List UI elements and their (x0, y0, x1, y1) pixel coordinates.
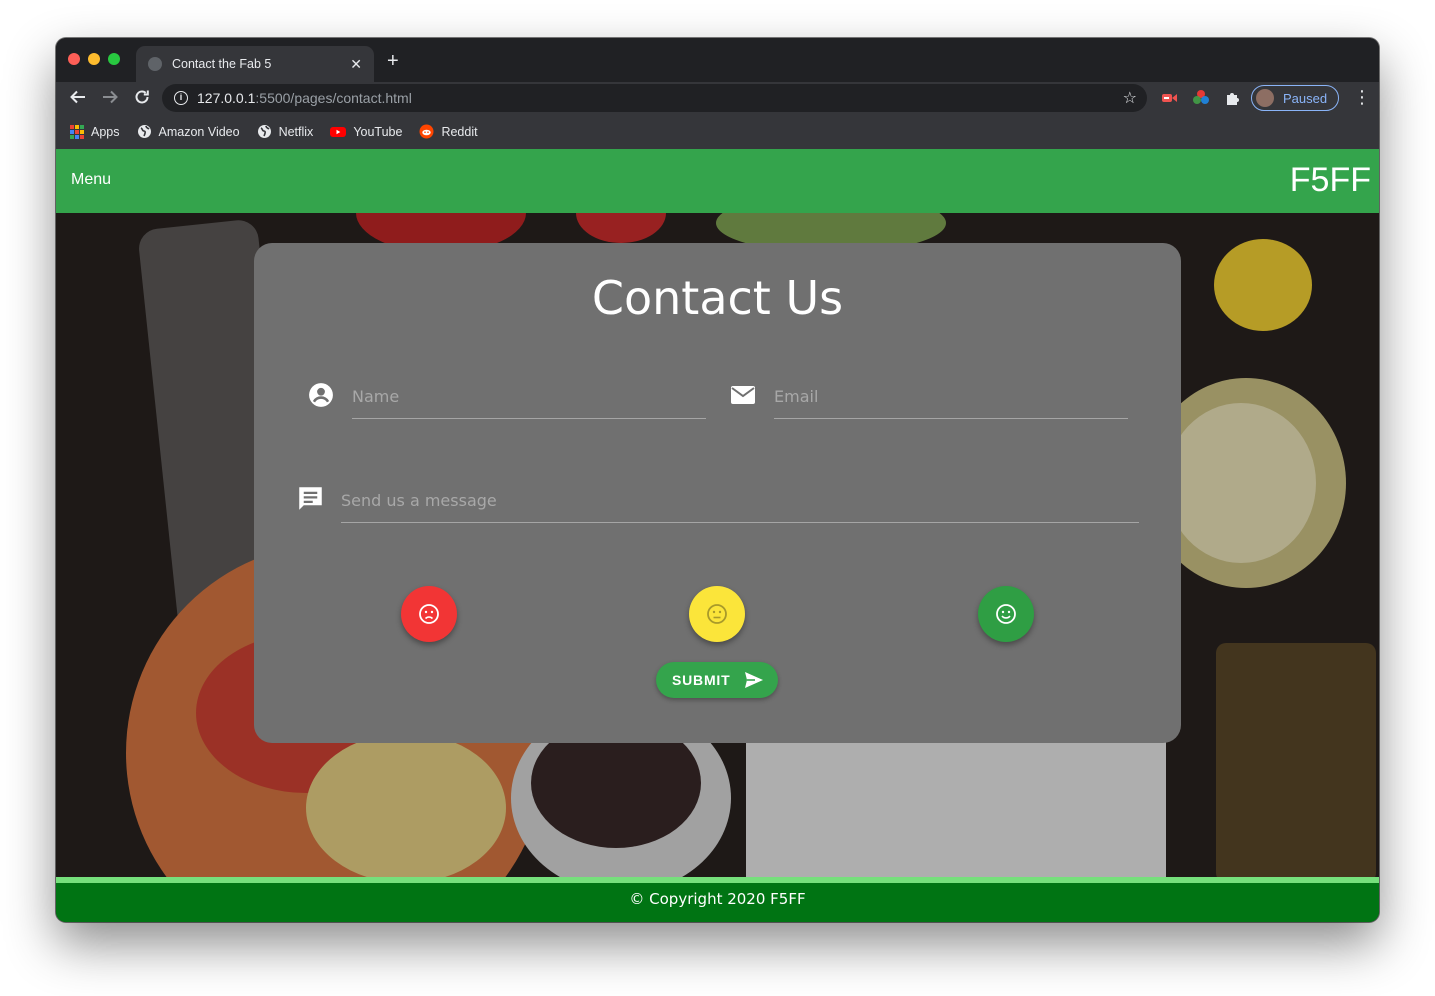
reload-icon (135, 90, 149, 104)
rating-neutral-button[interactable] (689, 586, 745, 642)
bookmark-label: Amazon Video (158, 124, 240, 139)
bookmarks-bar: Apps Amazon Video Netflix YouTube Reddit (56, 114, 1379, 149)
browser-toolbar: i 127.0.0.1:5500/pages/contact.html ☆ Pa… (56, 82, 1379, 114)
apps-grid-icon (70, 124, 84, 139)
bookmark-label: YouTube (353, 124, 403, 139)
sad-face-icon (419, 604, 439, 624)
message-icon (299, 487, 322, 510)
rating-happy-button[interactable] (978, 586, 1034, 642)
bookmark-amazon-video[interactable]: Amazon Video (137, 124, 240, 139)
forward-button[interactable] (101, 88, 119, 110)
avatar (1256, 89, 1274, 107)
maximize-window-button[interactable] (108, 53, 120, 65)
extension-video-icon[interactable] (1160, 89, 1178, 107)
neutral-face-icon (707, 604, 727, 624)
back-button[interactable] (69, 88, 87, 110)
globe-icon (257, 125, 271, 138)
rating-sad-button[interactable] (401, 586, 457, 642)
site-footer: © Copyright 2020 F5FF (56, 877, 1379, 922)
bookmark-reddit[interactable]: Reddit (419, 124, 478, 139)
extension-color-icon[interactable] (1192, 89, 1210, 107)
name-underline (352, 418, 706, 419)
tab-contact[interactable]: Contact the Fab 5 ✕ (136, 46, 374, 82)
reddit-icon (419, 124, 434, 139)
close-window-button[interactable] (68, 53, 80, 65)
site-info-icon[interactable]: i (174, 91, 188, 105)
url-path: :5500/pages/contact.html (255, 90, 412, 106)
menu-button[interactable]: Menu (71, 171, 111, 189)
email-underline (774, 418, 1128, 419)
globe-icon (137, 125, 151, 138)
email-icon (731, 386, 755, 404)
minimize-window-button[interactable] (88, 53, 100, 65)
reload-button[interactable] (133, 88, 151, 110)
profile-button[interactable]: Paused (1251, 85, 1339, 111)
address-bar[interactable]: i 127.0.0.1:5500/pages/contact.html ☆ (162, 84, 1147, 112)
youtube-icon (330, 126, 347, 137)
contact-card: Contact Us Name Email Send us a message … (254, 243, 1181, 743)
tab-favicon-icon (148, 57, 162, 71)
window-controls (68, 53, 120, 65)
submit-label: SUBMIT (672, 672, 731, 688)
new-tab-button[interactable]: + (387, 51, 399, 71)
bookmark-label: Reddit (441, 124, 478, 139)
bookmark-youtube[interactable]: YouTube (330, 125, 402, 139)
browser-window: Contact the Fab 5 ✕ + i 127.0.0.1:5500/p… (56, 38, 1379, 922)
tab-title: Contact the Fab 5 (172, 57, 272, 71)
email-field[interactable]: Email (774, 387, 1128, 419)
submit-button[interactable]: SUBMIT (656, 662, 778, 698)
account-circle-icon (309, 383, 333, 407)
url-host: 127.0.0.1 (197, 90, 256, 106)
bookmark-label: Apps (91, 124, 120, 139)
tab-strip: Contact the Fab 5 ✕ + (56, 38, 1379, 82)
send-icon (745, 672, 764, 688)
name-field[interactable]: Name (352, 387, 706, 419)
forward-arrow-icon (103, 90, 118, 104)
bookmark-netflix[interactable]: Netflix (257, 124, 314, 139)
browser-menu-icon[interactable]: ⋮ (1353, 87, 1371, 108)
message-underline (341, 522, 1139, 523)
site-navbar: Menu F5FF (56, 149, 1379, 213)
footer-stripe (56, 877, 1379, 883)
close-tab-icon[interactable]: ✕ (350, 56, 362, 73)
bookmark-apps[interactable]: Apps (70, 124, 120, 139)
message-placeholder: Send us a message (341, 491, 497, 510)
page-viewport: Menu F5FF Contact Us Name Email Send us … (56, 149, 1379, 922)
copyright-text: © Copyright 2020 F5FF (629, 890, 806, 908)
back-arrow-icon (70, 90, 85, 104)
bookmark-star-icon[interactable]: ☆ (1123, 88, 1137, 108)
message-field[interactable]: Send us a message (341, 491, 1139, 523)
extensions-puzzle-icon[interactable] (1224, 89, 1242, 107)
profile-status: Paused (1283, 90, 1328, 106)
happy-face-icon (996, 604, 1016, 624)
site-brand[interactable]: F5FF (1290, 161, 1371, 200)
email-placeholder: Email (774, 387, 819, 406)
page-title: Contact Us (591, 271, 844, 325)
name-placeholder: Name (352, 387, 400, 406)
bookmark-label: Netflix (278, 124, 314, 139)
